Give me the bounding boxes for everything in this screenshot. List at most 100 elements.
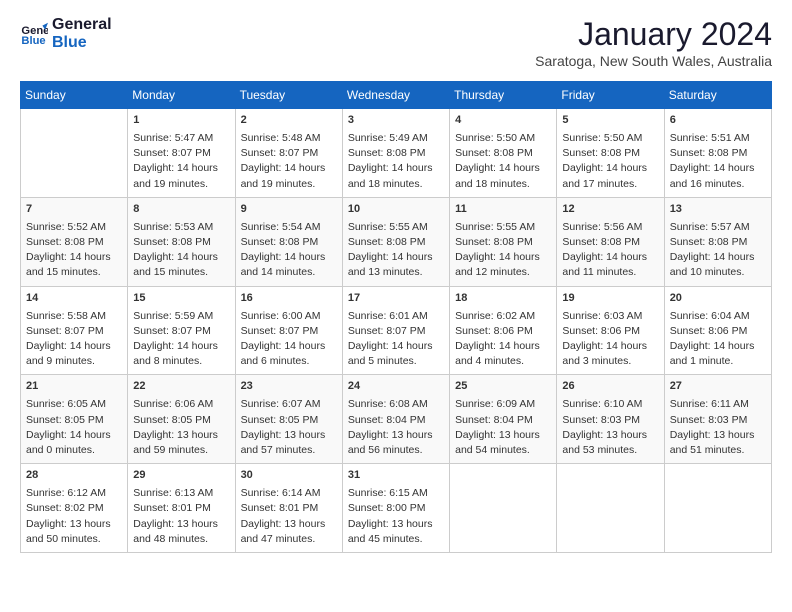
calendar-cell: 29 Sunrise: 6:13 AM Sunset: 8:01 PM Dayli… [128, 464, 235, 553]
day-content: Sunrise: 6:06 AM Sunset: 8:05 PM Dayligh… [133, 397, 229, 458]
calendar-cell: 17 Sunrise: 6:01 AM Sunset: 8:07 PM Dayli… [342, 286, 449, 375]
week-row-1: 1 Sunrise: 5:47 AM Sunset: 8:07 PM Daylig… [21, 109, 772, 198]
day-content: Sunrise: 5:57 AM Sunset: 8:08 PM Dayligh… [670, 220, 766, 281]
day-number: 15 [133, 291, 229, 307]
calendar-cell: 13Sunrise: 5:57 AM Sunset: 8:08 PM Dayli… [664, 197, 771, 286]
day-number: 22 [133, 379, 229, 395]
day-content: Sunrise: 6:11 AM Sunset: 8:03 PM Dayligh… [670, 397, 766, 458]
calendar-cell: 26Sunrise: 6:10 AM Sunset: 8:03 PM Dayli… [557, 375, 664, 464]
day-number: 12 [562, 202, 658, 218]
day-number: 8 [133, 202, 229, 218]
calendar-cell [557, 464, 664, 553]
day-number: 29 [133, 468, 229, 484]
logo-general: General [52, 16, 112, 34]
page-container: General Blue General Blue January 2024 S… [0, 0, 792, 563]
day-number: 3 [348, 113, 444, 129]
day-content: Sunrise: 6:13 AM Sunset: 8:01 PM Dayligh… [133, 486, 229, 547]
calendar-cell: 4 Sunrise: 5:50 AM Sunset: 8:08 PM Daylig… [450, 109, 557, 198]
calendar-cell: 18 Sunrise: 6:02 AM Sunset: 8:06 PM Dayli… [450, 286, 557, 375]
day-content: Sunrise: 6:04 AM Sunset: 8:06 PM Dayligh… [670, 309, 766, 370]
calendar-cell: 16 Sunrise: 6:00 AM Sunset: 8:07 PM Dayli… [235, 286, 342, 375]
calendar-cell: 27 Sunrise: 6:11 AM Sunset: 8:03 PM Dayli… [664, 375, 771, 464]
day-header-friday: Friday [557, 82, 664, 109]
day-number: 24 [348, 379, 444, 395]
day-number: 11 [455, 202, 551, 218]
day-number: 28 [26, 468, 122, 484]
calendar-cell: 19Sunrise: 6:03 AM Sunset: 8:06 PM Dayli… [557, 286, 664, 375]
calendar-cell: 14 Sunrise: 5:58 AM Sunset: 8:07 PM Dayli… [21, 286, 128, 375]
day-header-tuesday: Tuesday [235, 82, 342, 109]
calendar-header-row: SundayMondayTuesdayWednesdayThursdayFrid… [21, 82, 772, 109]
day-number: 21 [26, 379, 122, 395]
calendar-cell: 12 Sunrise: 5:56 AM Sunset: 8:08 PM Dayli… [557, 197, 664, 286]
calendar-cell: 22 Sunrise: 6:06 AM Sunset: 8:05 PM Dayli… [128, 375, 235, 464]
logo-icon: General Blue [20, 20, 48, 48]
day-content: Sunrise: 5:49 AM Sunset: 8:08 PM Dayligh… [348, 131, 444, 192]
day-number: 20 [670, 291, 766, 307]
calendar-cell: 9 Sunrise: 5:54 AM Sunset: 8:08 PM Daylig… [235, 197, 342, 286]
svg-text:Blue: Blue [21, 34, 45, 46]
calendar-cell [450, 464, 557, 553]
calendar-cell: 8Sunrise: 5:53 AM Sunset: 8:08 PM Daylig… [128, 197, 235, 286]
day-content: Sunrise: 5:58 AM Sunset: 8:07 PM Dayligh… [26, 309, 122, 370]
week-row-2: 7Sunrise: 5:52 AM Sunset: 8:08 PM Daylig… [21, 197, 772, 286]
day-number: 17 [348, 291, 444, 307]
day-content: Sunrise: 5:55 AM Sunset: 8:08 PM Dayligh… [455, 220, 551, 281]
day-number: 6 [670, 113, 766, 129]
week-row-4: 21Sunrise: 6:05 AM Sunset: 8:05 PM Dayli… [21, 375, 772, 464]
header: General Blue General Blue January 2024 S… [20, 16, 772, 69]
day-number: 30 [241, 468, 337, 484]
day-number: 16 [241, 291, 337, 307]
calendar-cell: 5Sunrise: 5:50 AM Sunset: 8:08 PM Daylig… [557, 109, 664, 198]
day-number: 4 [455, 113, 551, 129]
day-number: 14 [26, 291, 122, 307]
day-content: Sunrise: 5:47 AM Sunset: 8:07 PM Dayligh… [133, 131, 229, 192]
day-content: Sunrise: 6:15 AM Sunset: 8:00 PM Dayligh… [348, 486, 444, 547]
day-number: 10 [348, 202, 444, 218]
day-content: Sunrise: 6:08 AM Sunset: 8:04 PM Dayligh… [348, 397, 444, 458]
calendar-cell: 21Sunrise: 6:05 AM Sunset: 8:05 PM Dayli… [21, 375, 128, 464]
calendar-cell: 15 Sunrise: 5:59 AM Sunset: 8:07 PM Dayli… [128, 286, 235, 375]
day-number: 19 [562, 291, 658, 307]
day-number: 1 [133, 113, 229, 129]
day-content: Sunrise: 5:56 AM Sunset: 8:08 PM Dayligh… [562, 220, 658, 281]
day-number: 5 [562, 113, 658, 129]
title-section: January 2024 Saratoga, New South Wales, … [535, 16, 772, 69]
logo-blue: Blue [52, 34, 112, 52]
calendar-cell: 10Sunrise: 5:55 AM Sunset: 8:08 PM Dayli… [342, 197, 449, 286]
calendar-cell: 6Sunrise: 5:51 AM Sunset: 8:08 PM Daylig… [664, 109, 771, 198]
day-number: 27 [670, 379, 766, 395]
day-header-saturday: Saturday [664, 82, 771, 109]
week-row-5: 28 Sunrise: 6:12 AM Sunset: 8:02 PM Dayli… [21, 464, 772, 553]
day-header-monday: Monday [128, 82, 235, 109]
calendar-cell: 30 Sunrise: 6:14 AM Sunset: 8:01 PM Dayli… [235, 464, 342, 553]
day-content: Sunrise: 5:54 AM Sunset: 8:08 PM Dayligh… [241, 220, 337, 281]
day-number: 26 [562, 379, 658, 395]
calendar-cell [21, 109, 128, 198]
day-number: 2 [241, 113, 337, 129]
day-number: 7 [26, 202, 122, 218]
day-number: 18 [455, 291, 551, 307]
day-content: Sunrise: 6:01 AM Sunset: 8:07 PM Dayligh… [348, 309, 444, 370]
calendar-cell: 7Sunrise: 5:52 AM Sunset: 8:08 PM Daylig… [21, 197, 128, 286]
calendar-cell: 24 Sunrise: 6:08 AM Sunset: 8:04 PM Dayli… [342, 375, 449, 464]
month-title: January 2024 [535, 16, 772, 53]
day-number: 23 [241, 379, 337, 395]
day-content: Sunrise: 6:07 AM Sunset: 8:05 PM Dayligh… [241, 397, 337, 458]
day-number: 31 [348, 468, 444, 484]
day-content: Sunrise: 5:50 AM Sunset: 8:08 PM Dayligh… [455, 131, 551, 192]
day-content: Sunrise: 5:59 AM Sunset: 8:07 PM Dayligh… [133, 309, 229, 370]
day-header-sunday: Sunday [21, 82, 128, 109]
day-content: Sunrise: 6:09 AM Sunset: 8:04 PM Dayligh… [455, 397, 551, 458]
day-number: 9 [241, 202, 337, 218]
day-content: Sunrise: 6:12 AM Sunset: 8:02 PM Dayligh… [26, 486, 122, 547]
day-header-thursday: Thursday [450, 82, 557, 109]
logo: General Blue General Blue [20, 16, 112, 51]
day-header-wednesday: Wednesday [342, 82, 449, 109]
calendar-cell [664, 464, 771, 553]
day-content: Sunrise: 6:00 AM Sunset: 8:07 PM Dayligh… [241, 309, 337, 370]
day-content: Sunrise: 5:48 AM Sunset: 8:07 PM Dayligh… [241, 131, 337, 192]
day-content: Sunrise: 6:14 AM Sunset: 8:01 PM Dayligh… [241, 486, 337, 547]
calendar-cell: 20 Sunrise: 6:04 AM Sunset: 8:06 PM Dayli… [664, 286, 771, 375]
day-content: Sunrise: 6:02 AM Sunset: 8:06 PM Dayligh… [455, 309, 551, 370]
